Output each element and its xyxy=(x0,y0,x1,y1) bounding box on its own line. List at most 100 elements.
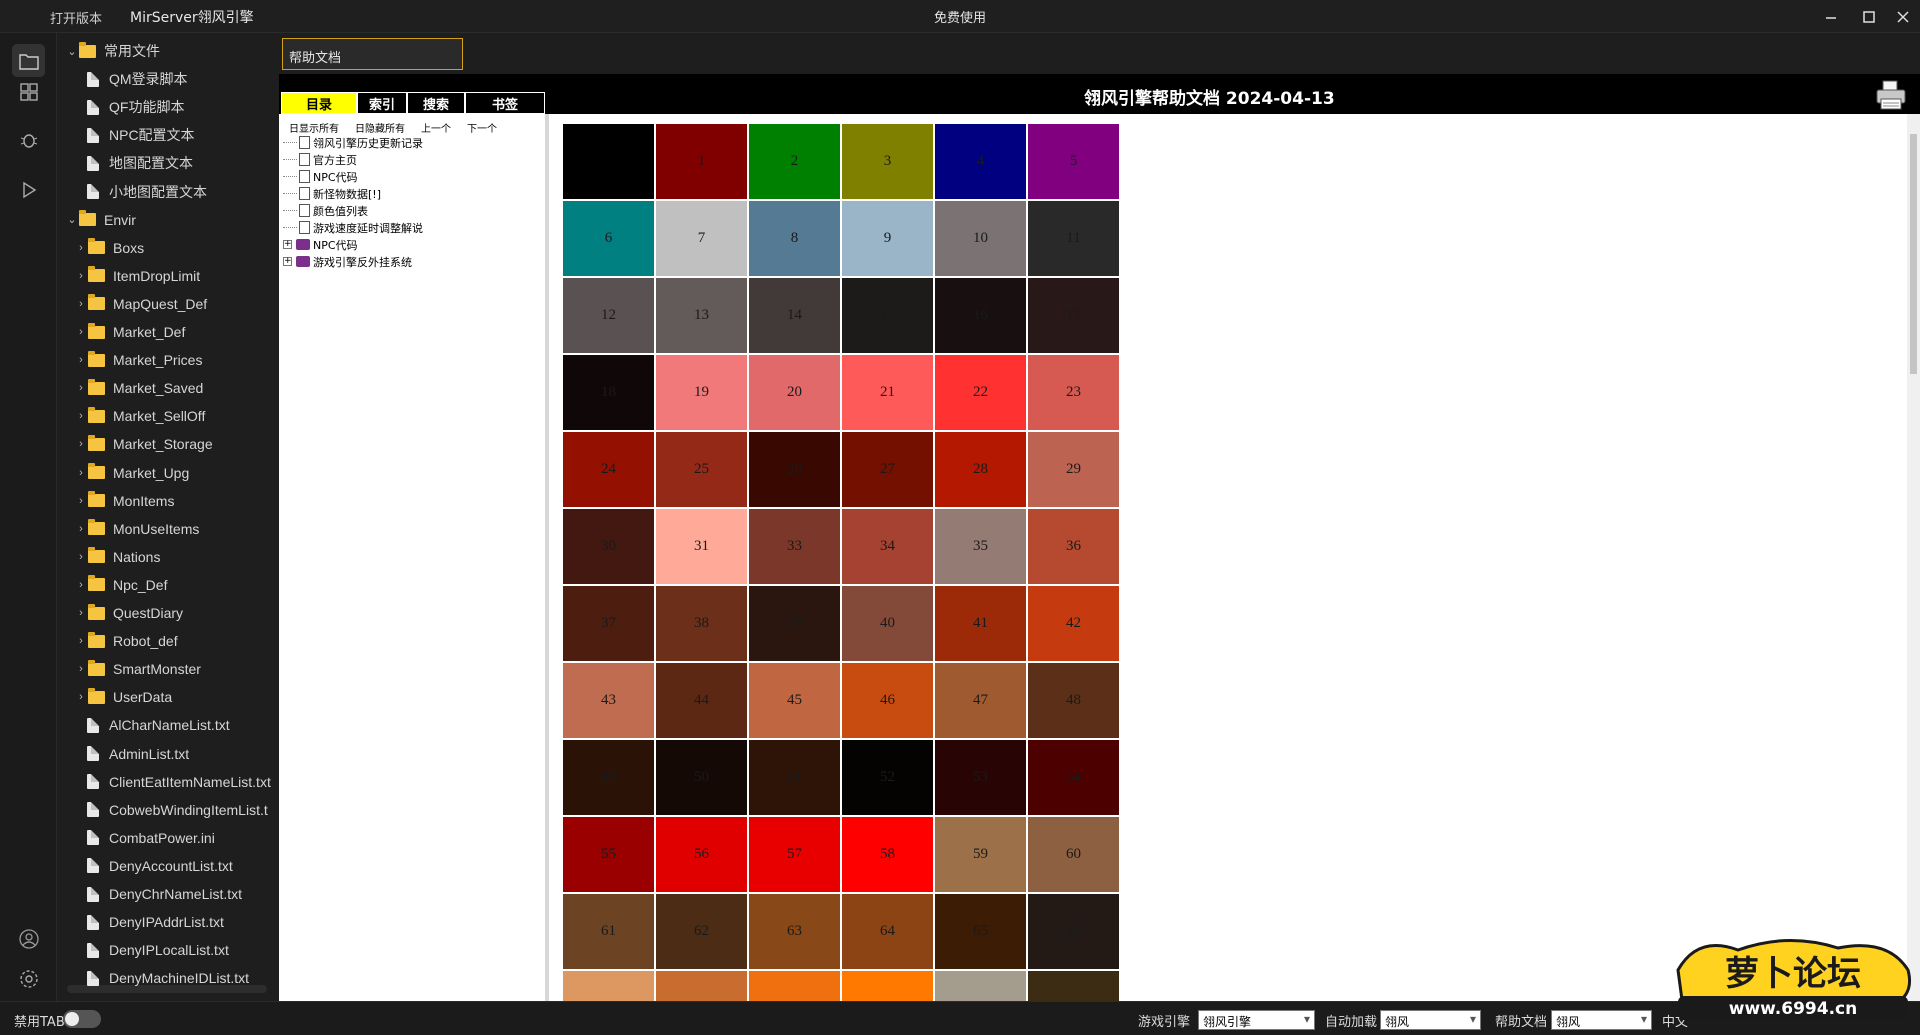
tree-file[interactable]: QM登录脚本 xyxy=(87,65,188,93)
chevron-right-icon[interactable]: › xyxy=(74,326,88,338)
disable-tab-toggle[interactable] xyxy=(63,1010,101,1028)
tree-folder[interactable]: › QuestDiary xyxy=(74,599,183,627)
color-swatch-cell xyxy=(1028,971,1119,1001)
tree-file[interactable]: AdminList.txt xyxy=(87,740,189,768)
color-swatch-cell: 7 xyxy=(656,201,747,276)
tree-folder[interactable]: › Robot_def xyxy=(74,627,178,655)
toc-item[interactable]: 颜色值列表 xyxy=(283,202,368,219)
chevron-right-icon[interactable]: › xyxy=(74,607,88,619)
help-tab[interactable]: 索引 xyxy=(357,92,407,114)
run-button[interactable] xyxy=(12,173,45,206)
print-icon[interactable] xyxy=(1874,78,1908,112)
explorer-button[interactable] xyxy=(12,44,45,77)
chevron-right-icon[interactable]: › xyxy=(74,438,88,450)
account-button[interactable] xyxy=(12,922,45,955)
tree-file[interactable]: 地图配置文本 xyxy=(87,149,193,177)
tree-folder[interactable]: ⌄ 常用文件 xyxy=(65,37,160,65)
tree-folder[interactable]: › MapQuest_Def xyxy=(74,290,207,318)
chevron-right-icon[interactable]: › xyxy=(74,523,88,535)
tree-file[interactable]: CombatPower.ini xyxy=(87,824,215,852)
chevron-right-icon[interactable]: › xyxy=(74,663,88,675)
tree-folder[interactable]: › Boxs xyxy=(74,234,144,262)
tree-file[interactable]: DenyAccountList.txt xyxy=(87,852,233,880)
folder-icon xyxy=(88,631,105,648)
expand-icon[interactable]: + xyxy=(283,240,292,249)
color-swatch-cell: 42 xyxy=(1028,586,1119,661)
tree-folder[interactable]: › Market_Def xyxy=(74,318,185,346)
tree-folder[interactable]: › Market_Storage xyxy=(74,430,213,458)
help-doc-select[interactable]: 翎风 xyxy=(1551,1010,1652,1030)
tree-file[interactable]: NPC配置文本 xyxy=(87,121,195,149)
tree-file[interactable]: QF功能脚本 xyxy=(87,93,184,121)
toc-item[interactable]: 新怪物数据[!] xyxy=(283,185,381,202)
tree-item-label: 常用文件 xyxy=(104,43,160,59)
tree-item-label: ClientEatItemNameList.txt xyxy=(109,773,271,790)
tree-file[interactable]: DenyChrNameList.txt xyxy=(87,880,242,908)
tree-folder[interactable]: › UserData xyxy=(74,683,172,711)
debug-button[interactable] xyxy=(12,123,45,156)
tree-item-label: DenyAccountList.txt xyxy=(109,857,233,874)
folder-icon xyxy=(88,294,105,311)
tree-file[interactable]: DenyIPAddrList.txt xyxy=(87,908,224,936)
color-swatch-cell: 49 xyxy=(563,740,654,815)
tree-folder[interactable]: › Market_Upg xyxy=(74,459,189,487)
auto-load-select[interactable]: 翎风 xyxy=(1380,1010,1481,1030)
settings-button[interactable] xyxy=(12,962,45,995)
tree-file[interactable]: 小地图配置文本 xyxy=(87,178,207,206)
toc-tool-button[interactable]: 日隐藏所有 xyxy=(355,120,405,135)
chevron-right-icon[interactable]: › xyxy=(74,579,88,591)
chevron-right-icon[interactable]: › xyxy=(74,635,88,647)
help-vertical-scrollbar[interactable] xyxy=(1907,114,1920,1001)
chevron-right-icon[interactable]: › xyxy=(74,495,88,507)
file-icon xyxy=(87,914,99,930)
tree-file[interactable]: DenyMachineIDList.txt xyxy=(87,964,249,992)
tree-folder[interactable]: › Nations xyxy=(74,543,160,571)
toc-item[interactable]: 翎风引擎历史更新记录 xyxy=(283,134,423,151)
tree-folder[interactable]: ⌄ Envir xyxy=(65,206,136,234)
tree-folder[interactable]: › SmartMonster xyxy=(74,655,201,683)
close-button[interactable] xyxy=(1880,0,1920,33)
tree-folder[interactable]: › ItemDropLimit xyxy=(74,262,200,290)
tree-file[interactable]: ClientEatItemNameList.txt xyxy=(87,768,271,796)
scrollbar-thumb[interactable] xyxy=(1910,134,1917,374)
tree-folder[interactable]: › MonItems xyxy=(74,487,174,515)
chevron-right-icon[interactable]: › xyxy=(74,354,88,366)
extensions-button[interactable] xyxy=(12,75,45,108)
chevron-right-icon[interactable]: › xyxy=(74,551,88,563)
tree-folder[interactable]: › Npc_Def xyxy=(74,571,167,599)
chevron-down-icon[interactable]: ⌄ xyxy=(65,45,79,58)
chevron-right-icon[interactable]: › xyxy=(74,691,88,703)
color-swatch-cell: 37 xyxy=(563,586,654,661)
chevron-right-icon[interactable]: › xyxy=(74,467,88,479)
toc-item[interactable]: + NPC代码 xyxy=(283,236,358,253)
chevron-right-icon[interactable]: › xyxy=(74,270,88,282)
expand-icon[interactable]: + xyxy=(283,257,292,266)
chevron-right-icon[interactable]: › xyxy=(74,382,88,394)
tree-folder[interactable]: › Market_Saved xyxy=(74,374,203,402)
toc-item[interactable]: NPC代码 xyxy=(283,168,358,185)
tree-file[interactable]: CobwebWindingItemList.t xyxy=(87,796,268,824)
chevron-right-icon[interactable]: › xyxy=(74,410,88,422)
help-tab[interactable]: 目录 xyxy=(281,92,357,114)
toc-item[interactable]: 官方主页 xyxy=(283,151,357,168)
help-tab[interactable]: 搜索 xyxy=(407,92,465,114)
tree-folder[interactable]: › Market_SellOff xyxy=(74,402,205,430)
help-tab[interactable]: 书签 xyxy=(465,92,545,114)
chevron-down-icon[interactable]: ⌄ xyxy=(65,213,79,226)
help-document-field[interactable]: 帮助文档 xyxy=(282,38,463,70)
document-icon xyxy=(299,221,310,234)
chevron-right-icon[interactable]: › xyxy=(74,298,88,310)
chevron-right-icon[interactable]: › xyxy=(74,242,88,254)
toc-item[interactable]: 游戏速度延时调整解说 xyxy=(283,219,423,236)
tree-folder[interactable]: › Market_Prices xyxy=(74,346,202,374)
toc-item[interactable]: + 游戏引擎反外挂系统 xyxy=(283,253,412,270)
toc-tool-button[interactable]: 下一个 xyxy=(467,120,497,135)
document-icon xyxy=(299,187,310,200)
color-swatch-cell: 65 xyxy=(935,894,1026,969)
toc-tool-button[interactable]: 日显示所有 xyxy=(289,120,339,135)
game-engine-select[interactable]: 翎风引擎 xyxy=(1198,1010,1315,1030)
tree-file[interactable]: DenyIPLocalList.txt xyxy=(87,936,229,964)
tree-folder[interactable]: › MonUseItems xyxy=(74,515,199,543)
toc-tool-button[interactable]: 上一个 xyxy=(421,120,451,135)
tree-file[interactable]: AlCharNameList.txt xyxy=(87,711,230,739)
